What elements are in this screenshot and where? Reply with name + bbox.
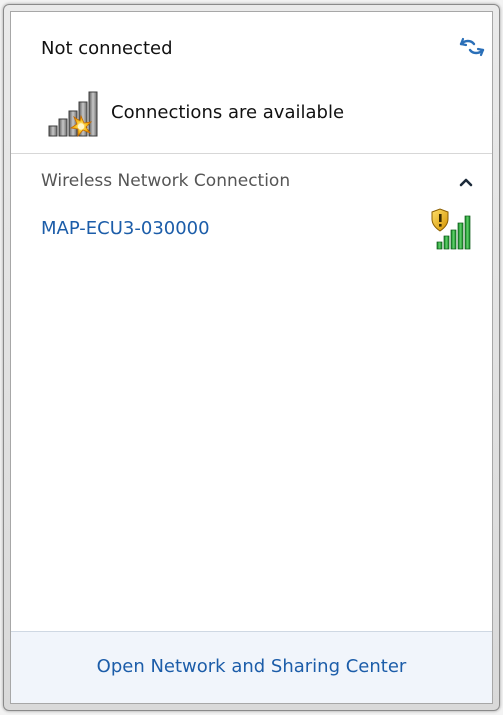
refresh-button[interactable] bbox=[459, 36, 485, 58]
security-shield-icon bbox=[431, 208, 449, 232]
wireless-section-header[interactable]: Wireless Network Connection bbox=[11, 154, 492, 206]
chevron-up-icon bbox=[459, 178, 473, 187]
signal-bars-icon bbox=[48, 91, 98, 138]
collapse-section-button[interactable] bbox=[457, 174, 475, 192]
wireless-section-title: Wireless Network Connection bbox=[41, 171, 291, 191]
network-list-item[interactable]: MAP-ECU3-030000 bbox=[11, 206, 492, 262]
connection-status-title: Not connected bbox=[41, 38, 173, 59]
refresh-arrows-icon bbox=[459, 37, 485, 57]
open-network-sharing-center-link[interactable]: Open Network and Sharing Center bbox=[11, 656, 492, 677]
flyout-footer: Open Network and Sharing Center bbox=[11, 631, 492, 703]
network-name: MAP-ECU3-030000 bbox=[41, 218, 210, 239]
connection-status-message: Connections are available bbox=[111, 102, 345, 123]
network-flyout-frame: Not connected Connections are available … bbox=[3, 4, 500, 711]
network-flyout-panel: Not connected Connections are available … bbox=[10, 11, 493, 704]
wifi-signal-icon bbox=[431, 208, 471, 250]
connection-status-header: Not connected Connections are available bbox=[11, 12, 492, 154]
